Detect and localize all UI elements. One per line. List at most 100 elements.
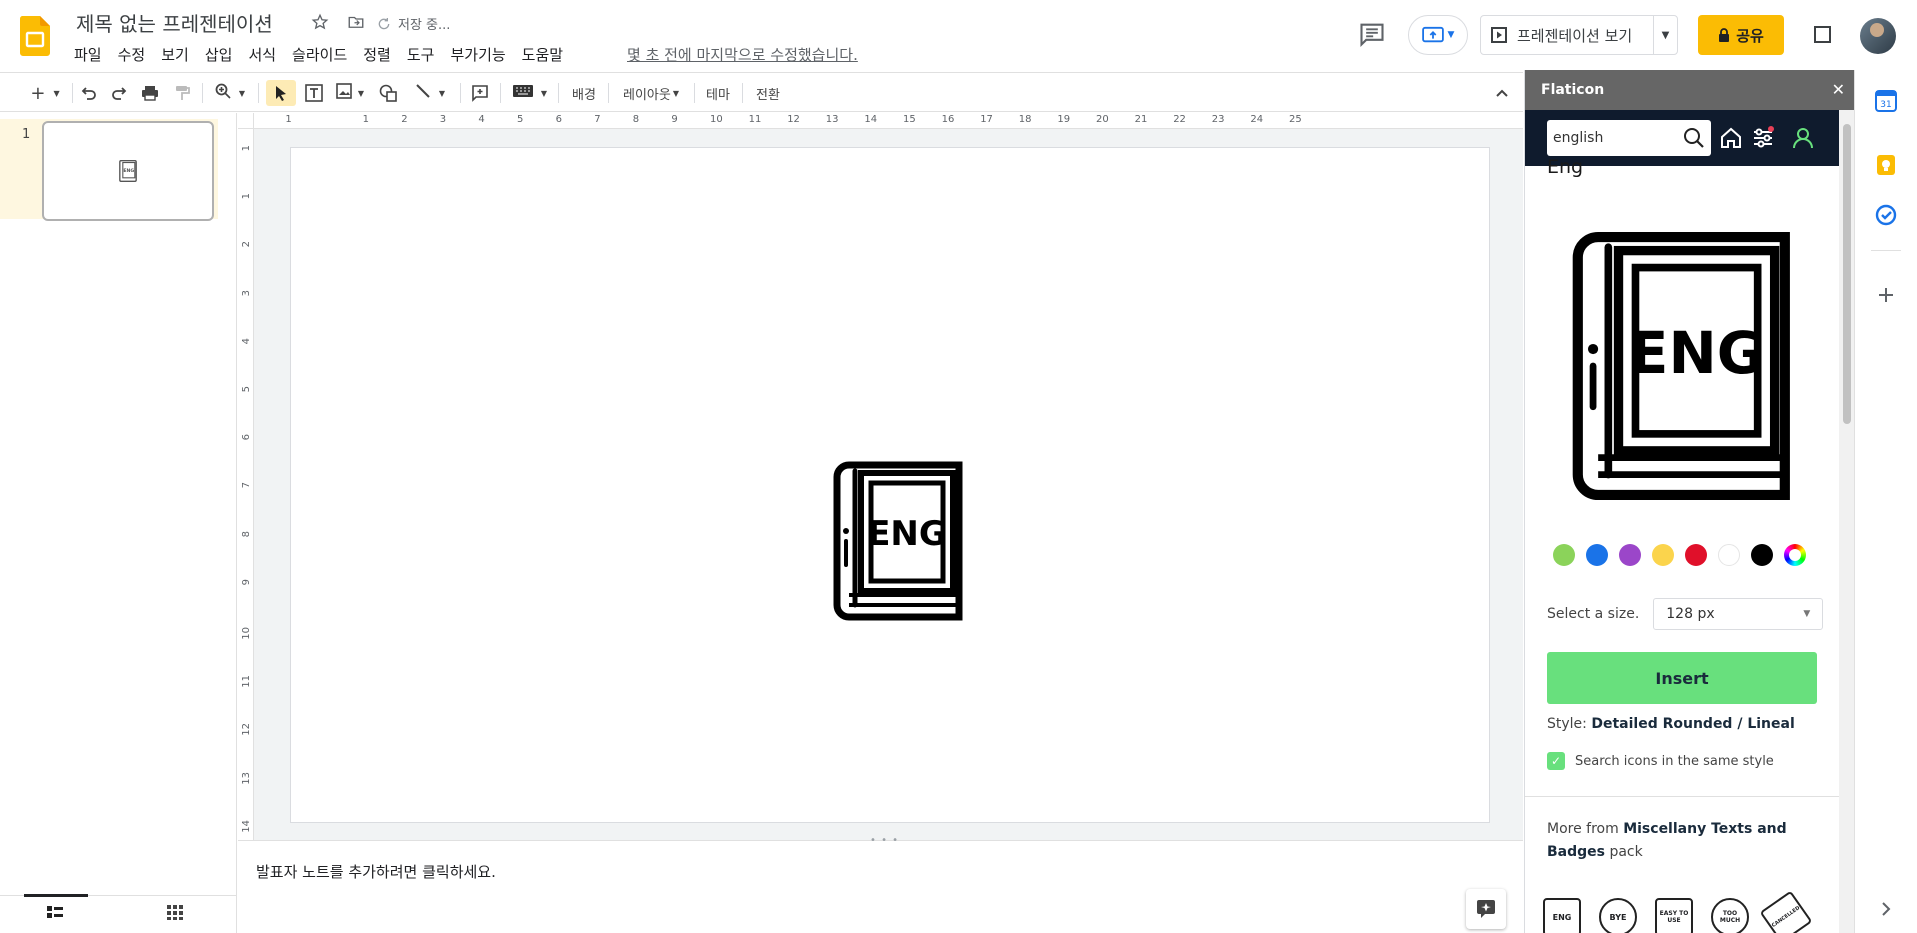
panel-scrollbar[interactable] (1839, 110, 1854, 933)
search-icon[interactable] (1683, 127, 1705, 149)
chevron-down-icon: ▼ (672, 88, 679, 98)
expand-rail-chevron-right-icon[interactable] (1875, 898, 1897, 920)
layout-button[interactable]: 레이아웃 ▼ (616, 80, 686, 106)
ruler-h-label: 21 (1134, 114, 1148, 125)
slide-thumbnail[interactable]: ENG (42, 121, 214, 221)
line-tool-button[interactable]: ▼ (408, 80, 452, 106)
pack-icon-bye[interactable]: BYE (1599, 898, 1637, 933)
side-apps-rail: 31 (1854, 70, 1917, 933)
keep-icon[interactable] (1875, 154, 1897, 176)
transition-button[interactable]: 전환 (750, 80, 786, 106)
star-icon[interactable] (310, 12, 330, 32)
pack-icon-too-much[interactable]: TOO MUCH (1711, 898, 1749, 933)
color-picker-rainbow-icon[interactable] (1784, 544, 1806, 566)
document-title[interactable]: 제목 없는 프레젠테이션 (76, 8, 273, 37)
insert-button[interactable]: Insert (1547, 652, 1817, 704)
select-cursor-icon[interactable] (266, 80, 296, 106)
redo-icon[interactable] (108, 80, 130, 106)
vertical-ruler[interactable]: 1 1 2 3 4 5 6 7 8 9 10 11 12 13 14 (238, 129, 254, 840)
tasks-icon[interactable] (1875, 204, 1897, 226)
zoom-button[interactable]: ▼ (210, 80, 250, 106)
color-swatch-white[interactable] (1718, 544, 1740, 566)
calendar-icon[interactable]: 31 (1875, 90, 1897, 112)
notes-resize-handle[interactable]: • • • (870, 835, 899, 846)
filters-icon[interactable] (1751, 126, 1775, 150)
get-addons-plus-icon[interactable] (1875, 284, 1897, 306)
flaticon-search-box[interactable]: english (1547, 120, 1711, 156)
speaker-notes[interactable]: • • • 발표자 노트를 추가하려면 클릭하세요. (238, 835, 1523, 933)
checkbox-checked-icon[interactable]: ✓ (1547, 752, 1565, 770)
insert-image-button[interactable]: ▼ (332, 80, 368, 106)
menu-tools[interactable]: 도구 (399, 44, 443, 65)
same-style-option[interactable]: ✓ Search icons in the same style (1547, 752, 1774, 770)
menu-help[interactable]: 도움말 (514, 44, 571, 65)
ruler-v-label: 1 (241, 145, 252, 152)
color-swatch-red[interactable] (1685, 544, 1707, 566)
comment-history-icon[interactable] (1358, 20, 1386, 48)
menu-file[interactable]: 파일 (66, 44, 110, 65)
color-swatch-purple[interactable] (1619, 544, 1641, 566)
menu-slide[interactable]: 슬라이드 (284, 44, 355, 65)
ruler-v-label: 12 (241, 723, 252, 737)
size-select[interactable]: 128 px ▼ (1653, 598, 1824, 630)
scrollbar-thumb[interactable] (1843, 124, 1851, 424)
menu-arrange[interactable]: 정렬 (355, 44, 399, 65)
menu-insert[interactable]: 삽입 (197, 44, 241, 65)
window-square-icon[interactable] (1814, 26, 1831, 43)
book-eng-thumbnail-icon: ENG (119, 160, 137, 182)
ruler-h-label: 17 (980, 114, 993, 125)
text-box-icon[interactable] (302, 80, 326, 106)
close-icon[interactable]: ✕ (1832, 80, 1845, 99)
background-button[interactable]: 배경 (566, 80, 602, 106)
slides-logo-icon[interactable] (20, 16, 50, 56)
print-icon[interactable] (138, 80, 162, 106)
paint-format-icon[interactable] (170, 80, 194, 106)
add-comment-icon[interactable] (468, 80, 492, 106)
color-swatch-black[interactable] (1751, 544, 1773, 566)
color-swatch-green[interactable] (1553, 544, 1575, 566)
line-icon (415, 83, 431, 103)
collapse-toolbar-chevron-up-icon[interactable] (1490, 80, 1514, 106)
theme-button[interactable]: 테마 (702, 80, 734, 106)
ruler-h-label: 1 (362, 114, 369, 125)
speaker-notes-placeholder[interactable]: 발표자 노트를 추가하려면 클릭하세요. (256, 861, 496, 882)
menu-view[interactable]: 보기 (153, 44, 197, 65)
user-profile-icon[interactable] (1791, 126, 1815, 150)
ruler-h-label: 6 (555, 114, 562, 125)
explore-sparkle-icon (1477, 900, 1495, 918)
pack-icon-cancelled[interactable]: CANCELLED (1759, 890, 1813, 933)
undo-icon[interactable] (78, 80, 100, 106)
shape-icon[interactable] (376, 80, 400, 106)
share-button[interactable]: 공유 (1698, 15, 1784, 55)
explore-button[interactable] (1466, 889, 1506, 929)
book-eng-icon[interactable]: ENG (833, 461, 965, 621)
pack-icon-eng[interactable]: ENG (1543, 898, 1581, 933)
size-select-value: 128 px (1666, 606, 1715, 622)
menu-addons[interactable]: 부가기능 (442, 44, 513, 65)
meet-present-button[interactable]: ▼ (1408, 15, 1468, 55)
filmstrip-view-icon[interactable] (24, 894, 88, 924)
style-info: Style: Detailed Rounded / Lineal (1547, 716, 1795, 732)
more-from-suffix: pack (1609, 844, 1643, 860)
menu-edit[interactable]: 수정 (110, 44, 154, 65)
new-slide-button[interactable]: + ▼ (22, 80, 68, 106)
home-icon[interactable] (1719, 126, 1743, 150)
search-input[interactable]: english (1553, 130, 1603, 146)
menu-format[interactable]: 서식 (240, 44, 284, 65)
slide-canvas[interactable]: ENG (290, 147, 1490, 823)
present-dropdown-chevron-icon[interactable]: ▼ (1653, 16, 1677, 54)
account-avatar[interactable] (1860, 18, 1896, 54)
filmstrip-slide-1[interactable]: 1 ENG (0, 119, 218, 221)
color-swatch-yellow[interactable] (1652, 544, 1674, 566)
present-button[interactable]: 프레젠테이션 보기 ▼ (1480, 15, 1678, 55)
pack-icon-easy-to-use[interactable]: EASY TO USE (1655, 898, 1693, 933)
color-swatch-blue[interactable] (1586, 544, 1608, 566)
input-tools-button[interactable]: ▼ (508, 80, 552, 106)
layout-button-label: 레이아웃 (623, 87, 671, 103)
ruler-h-label: 16 (941, 114, 955, 125)
grid-view-icon[interactable] (166, 904, 186, 924)
last-edit-link[interactable]: 몇 초 전에 마지막으로 수정했습니다. (627, 44, 858, 65)
move-folder-icon[interactable] (346, 12, 366, 32)
style-link[interactable]: Detailed Rounded / Lineal (1591, 716, 1794, 732)
horizontal-ruler[interactable]: 1 1 2 3 4 5 6 7 8 9 10 11 12 13 14 15 16 17 18 19 20 21 22 23 24… (254, 113, 1523, 129)
